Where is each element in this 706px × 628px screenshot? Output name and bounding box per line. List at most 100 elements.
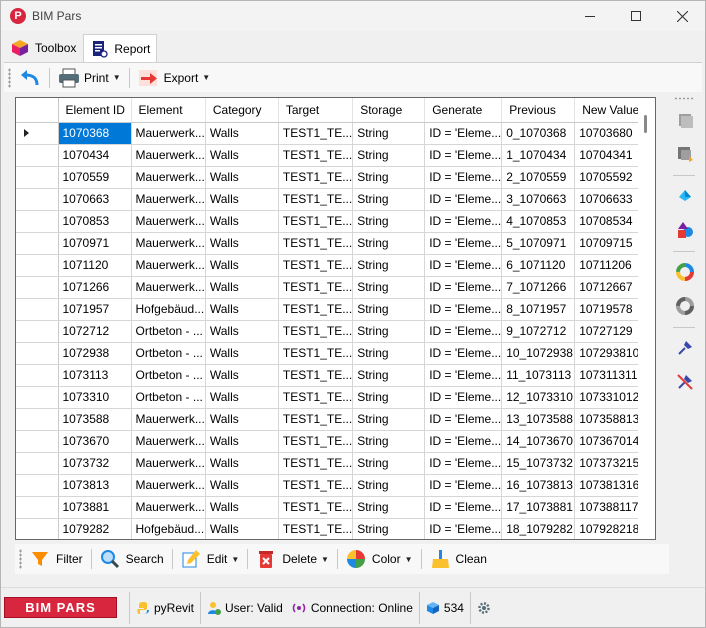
table-cell[interactable]: Mauerwerk... bbox=[131, 430, 206, 453]
table-cell[interactable]: TEST1_TE... bbox=[278, 496, 354, 519]
table-cell[interactable]: TEST1_TE... bbox=[278, 452, 354, 475]
row-header[interactable] bbox=[16, 122, 59, 145]
pyrevit-status[interactable]: pyRevit bbox=[130, 588, 200, 628]
table-cell[interactable]: Walls bbox=[205, 364, 279, 387]
table-cell[interactable]: 1070559 bbox=[58, 166, 132, 189]
table-cell[interactable]: TEST1_TE... bbox=[278, 298, 354, 321]
table-cell[interactable]: Walls bbox=[205, 254, 279, 277]
print-button[interactable]: Print ▼ bbox=[54, 66, 125, 90]
shapes-button[interactable] bbox=[672, 217, 698, 243]
table-row[interactable]: 1073670 Mauerwerk... Walls TEST1_TE... Strin… bbox=[16, 430, 649, 453]
table-cell[interactable]: String bbox=[352, 320, 426, 343]
table-cell[interactable]: 0_1070368 bbox=[501, 122, 576, 145]
table-cell[interactable]: 10709715 bbox=[574, 232, 649, 255]
table-cell[interactable]: ID = 'Eleme... bbox=[424, 518, 503, 539]
table-cell[interactable]: 1070434 bbox=[58, 144, 132, 167]
table-cell[interactable]: ID = 'Eleme... bbox=[424, 320, 503, 343]
table-cell[interactable]: TEST1_TE... bbox=[278, 320, 354, 343]
table-cell[interactable]: Walls bbox=[205, 232, 279, 255]
row-header[interactable] bbox=[16, 166, 59, 189]
table-cell[interactable]: 107331012 bbox=[574, 386, 649, 409]
table-cell[interactable]: 1073588 bbox=[58, 408, 132, 431]
table-cell[interactable]: Mauerwerk... bbox=[131, 408, 206, 431]
table-cell[interactable]: String bbox=[352, 342, 426, 365]
row-header[interactable] bbox=[16, 144, 59, 167]
table-cell[interactable]: Walls bbox=[205, 408, 279, 431]
table-cell[interactable]: TEST1_TE... bbox=[278, 518, 354, 539]
table-cell[interactable]: Walls bbox=[205, 496, 279, 519]
table-cell[interactable]: TEST1_TE... bbox=[278, 188, 354, 211]
reset-color-button[interactable] bbox=[672, 293, 698, 319]
table-cell[interactable]: String bbox=[352, 518, 426, 539]
toolbar-grip[interactable] bbox=[8, 67, 11, 88]
table-cell[interactable]: TEST1_TE... bbox=[278, 430, 354, 453]
table-cell[interactable]: ID = 'Eleme... bbox=[424, 298, 503, 321]
table-row[interactable]: 1071266 Mauerwerk... Walls TEST1_TE... Strin… bbox=[16, 276, 649, 299]
table-row[interactable]: 1073881 Mauerwerk... Walls TEST1_TE... Strin… bbox=[16, 496, 649, 519]
table-cell[interactable]: Walls bbox=[205, 144, 279, 167]
table-cell[interactable]: 6_1071120 bbox=[501, 254, 576, 277]
table-cell[interactable]: Walls bbox=[205, 166, 279, 189]
table-cell[interactable]: 11_1073113 bbox=[501, 364, 576, 387]
column-header[interactable]: Category bbox=[205, 98, 279, 123]
table-cell[interactable]: Mauerwerk... bbox=[131, 232, 206, 255]
table-cell[interactable]: 13_1073588 bbox=[501, 408, 576, 431]
export-button[interactable]: Export ▼ bbox=[134, 66, 215, 90]
select-element-button[interactable] bbox=[672, 141, 698, 167]
edit-button[interactable]: Edit ▼ bbox=[177, 547, 244, 571]
table-cell[interactable]: 16_1073813 bbox=[501, 474, 576, 497]
table-cell[interactable]: 10708534 bbox=[574, 210, 649, 233]
table-cell[interactable]: 10704341 bbox=[574, 144, 649, 167]
table-cell[interactable]: ID = 'Eleme... bbox=[424, 166, 503, 189]
filter-button[interactable]: Filter bbox=[26, 547, 87, 571]
table-cell[interactable]: TEST1_TE... bbox=[278, 144, 354, 167]
clean-button[interactable]: Clean bbox=[426, 547, 491, 571]
table-row[interactable]: 1072712 Ortbeton - ... Walls TEST1_TE... Str… bbox=[16, 320, 649, 343]
table-cell[interactable]: 7_1071266 bbox=[501, 276, 576, 299]
table-cell[interactable]: 107388117 bbox=[574, 496, 649, 519]
table-cell[interactable]: 1072938 bbox=[58, 342, 132, 365]
table-cell[interactable]: ID = 'Eleme... bbox=[424, 254, 503, 277]
table-cell[interactable]: 10703680 bbox=[574, 122, 649, 145]
table-cell[interactable]: 8_1071957 bbox=[501, 298, 576, 321]
table-row[interactable]: 1073813 Mauerwerk... Walls TEST1_TE... Strin… bbox=[16, 474, 649, 497]
row-header[interactable] bbox=[16, 342, 59, 365]
table-cell[interactable]: 1071120 bbox=[58, 254, 132, 277]
table-cell[interactable]: 1070853 bbox=[58, 210, 132, 233]
table-cell[interactable]: 1073310 bbox=[58, 386, 132, 409]
table-row[interactable]: 1070663 Mauerwerk... Walls TEST1_TE... Strin… bbox=[16, 188, 649, 211]
table-cell[interactable]: 10711206 bbox=[574, 254, 649, 277]
row-header[interactable] bbox=[16, 254, 59, 277]
row-header[interactable] bbox=[16, 452, 59, 475]
toolbar-grip[interactable] bbox=[19, 549, 22, 569]
table-cell[interactable]: 1073670 bbox=[58, 430, 132, 453]
undo-button[interactable] bbox=[15, 66, 45, 90]
table-row[interactable]: 1070368 Mauerwerk... Walls TEST1_TE... Strin… bbox=[16, 122, 649, 145]
column-header[interactable]: New Value bbox=[574, 98, 649, 123]
search-button[interactable]: Search bbox=[96, 547, 168, 571]
table-cell[interactable]: ID = 'Eleme... bbox=[424, 430, 503, 453]
table-cell[interactable]: String bbox=[352, 232, 426, 255]
table-cell[interactable]: 1071266 bbox=[58, 276, 132, 299]
table-cell[interactable]: Walls bbox=[205, 518, 279, 539]
table-cell[interactable]: String bbox=[352, 144, 426, 167]
table-cell[interactable]: Mauerwerk... bbox=[131, 496, 206, 519]
table-cell[interactable]: 15_1073732 bbox=[501, 452, 576, 475]
close-button[interactable] bbox=[659, 1, 705, 31]
unpin-button[interactable] bbox=[672, 369, 698, 395]
table-cell[interactable]: TEST1_TE... bbox=[278, 166, 354, 189]
table-cell[interactable]: 1072712 bbox=[58, 320, 132, 343]
table-cell[interactable]: TEST1_TE... bbox=[278, 276, 354, 299]
table-cell[interactable]: Hofgebäud... bbox=[131, 518, 206, 539]
table-cell[interactable]: String bbox=[352, 166, 426, 189]
table-cell[interactable]: ID = 'Eleme... bbox=[424, 232, 503, 255]
row-header[interactable] bbox=[16, 188, 59, 211]
table-cell[interactable]: Mauerwerk... bbox=[131, 452, 206, 475]
table-row[interactable]: 1070971 Mauerwerk... Walls TEST1_TE... Strin… bbox=[16, 232, 649, 255]
table-cell[interactable]: 1070663 bbox=[58, 188, 132, 211]
scrollbar-thumb[interactable] bbox=[644, 115, 647, 133]
settings-button[interactable] bbox=[471, 588, 497, 628]
minimize-button[interactable] bbox=[567, 1, 613, 31]
row-header-corner[interactable] bbox=[16, 98, 59, 123]
table-cell[interactable]: 4_1070853 bbox=[501, 210, 576, 233]
